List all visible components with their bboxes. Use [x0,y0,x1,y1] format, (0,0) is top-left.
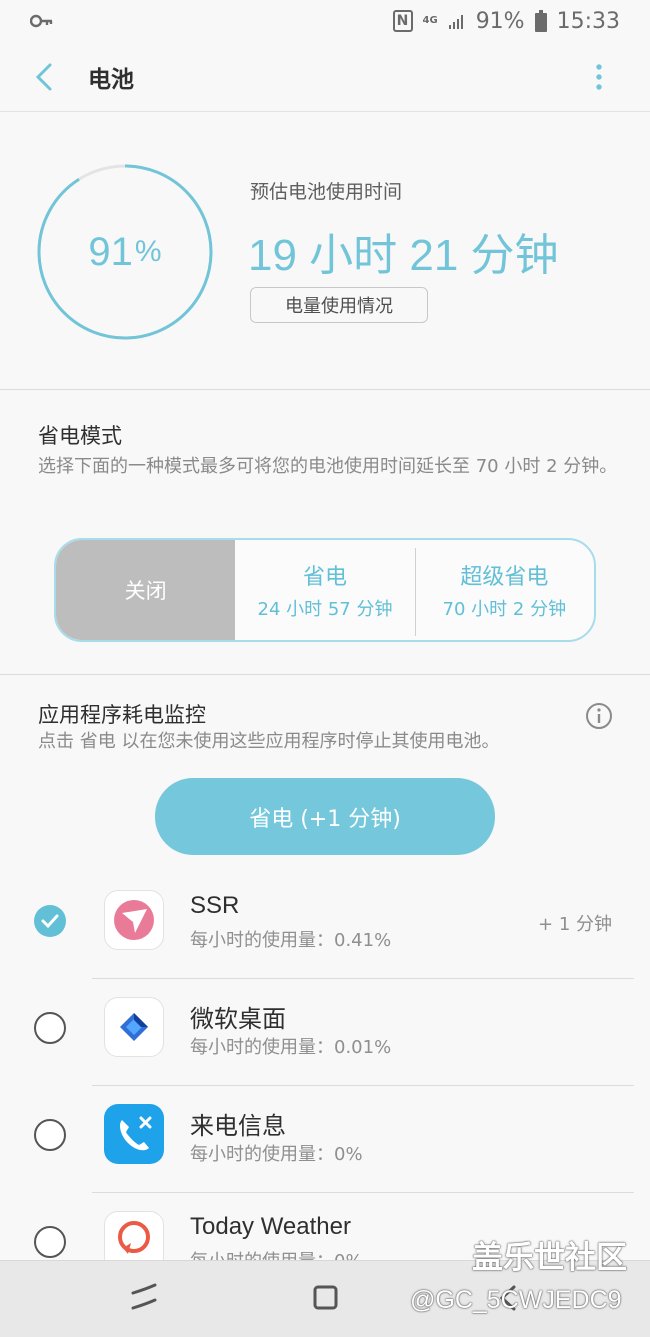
clock: 15:33 [556,8,620,34]
ssr-app-icon [104,890,164,950]
power-saving-section: 省电模式 选择下面的一种模式最多可将您的电池使用时间延长至 70 小时 2 分钟… [0,390,650,675]
key-icon [30,14,53,28]
page-title: 电池 [88,67,134,93]
mode-power-saving-time: 24 小时 57 分钟 [257,599,393,620]
mode-ultra-time: 70 小时 2 分钟 [442,599,567,620]
today-weather-icon [104,1211,164,1265]
app-checkbox-microsoft-launcher[interactable] [34,1012,66,1044]
signal-icon [448,15,463,29]
battery-usage-button[interactable]: 电量使用情况 [250,287,428,323]
app-usage: 每小时的使用量：0.41% [190,930,392,951]
monitor-description: 点击 省电 以在您未使用这些应用程序时停止其使用电池。 [38,731,500,752]
status-indicators: N 4G 91% 15:33 [392,8,620,34]
power-saving-description: 选择下面的一种模式最多可将您的电池使用时间延长至 70 小时 2 分钟。 [38,456,618,477]
mode-divider [414,548,416,636]
app-name: 来电信息 [190,1113,286,1140]
mode-power-saving[interactable]: 省电 24 小时 57 分钟 [235,540,414,640]
app-name: 微软桌面 [190,1006,286,1033]
app-row-ssr[interactable]: SSR 每小时的使用量：0.41% + 1 分钟 [0,872,650,979]
status-bar: N 4G 91% 15:33 [0,0,650,42]
monitor-title: 应用程序耗电监控 [38,703,206,727]
more-vert-icon[interactable] [584,60,614,94]
battery-percent: 91% [475,8,525,34]
mode-power-saving-title: 省电 [302,565,347,590]
app-checkbox-caller-info[interactable] [34,1119,66,1151]
battery-icon [534,10,547,32]
app-row-microsoft-launcher[interactable]: 微软桌面 每小时的使用量：0.01% [0,979,650,1086]
back-icon[interactable] [30,60,62,94]
battery-percent-readout: 91% [36,163,214,341]
power-mode-selector: 关闭 省电 24 小时 57 分钟 超级省电 70 小时 2 分钟 [54,538,596,642]
mode-ultra-title: 超级省电 [460,565,549,590]
battery-percent-value: 91 [88,229,133,274]
info-icon[interactable] [585,702,613,730]
estimate-time: 19 小时 21 分钟 [248,231,559,280]
app-row-caller-info[interactable]: 来电信息 每小时的使用量：0% [0,1086,650,1193]
mode-off[interactable]: 关闭 [56,540,236,640]
mode-ultra-power-saving[interactable]: 超级省电 70 小时 2 分钟 [414,540,594,640]
network-type: 4G [422,15,438,26]
caller-info-icon [104,1104,164,1164]
app-checkbox-today-weather[interactable] [34,1226,66,1258]
home-icon[interactable] [311,1283,341,1313]
microsoft-launcher-icon [104,997,164,1057]
app-checkbox-ssr[interactable] [34,905,66,937]
battery-summary: 91% 预估电池使用时间 19 小时 21 分钟 电量使用情况 [0,113,650,390]
app-power-monitor: 应用程序耗电监控 点击 省电 以在您未使用这些应用程序时停止其使用电池。 省电 … [0,675,650,1265]
recents-icon[interactable] [130,1283,162,1313]
save-power-button[interactable]: 省电 (+1 分钟) [155,778,495,855]
app-usage: 每小时的使用量：0.01% [190,1037,392,1058]
watermark-handle: @GC_5CWJEDC9 [410,1286,622,1314]
battery-percent-unit: % [134,235,162,268]
app-extra-time: + 1 分钟 [538,914,612,935]
app-name: SSR [190,892,240,919]
app-bar: 电池 [0,42,650,112]
mode-off-label: 关闭 [124,579,167,603]
app-name: Today Weather [190,1213,351,1240]
watermark-title: 盖乐世社区 [472,1240,627,1276]
power-saving-title: 省电模式 [38,424,122,448]
nfc-icon: N [392,10,413,32]
estimate-label: 预估电池使用时间 [250,181,403,203]
app-usage: 每小时的使用量：0% [190,1144,363,1165]
